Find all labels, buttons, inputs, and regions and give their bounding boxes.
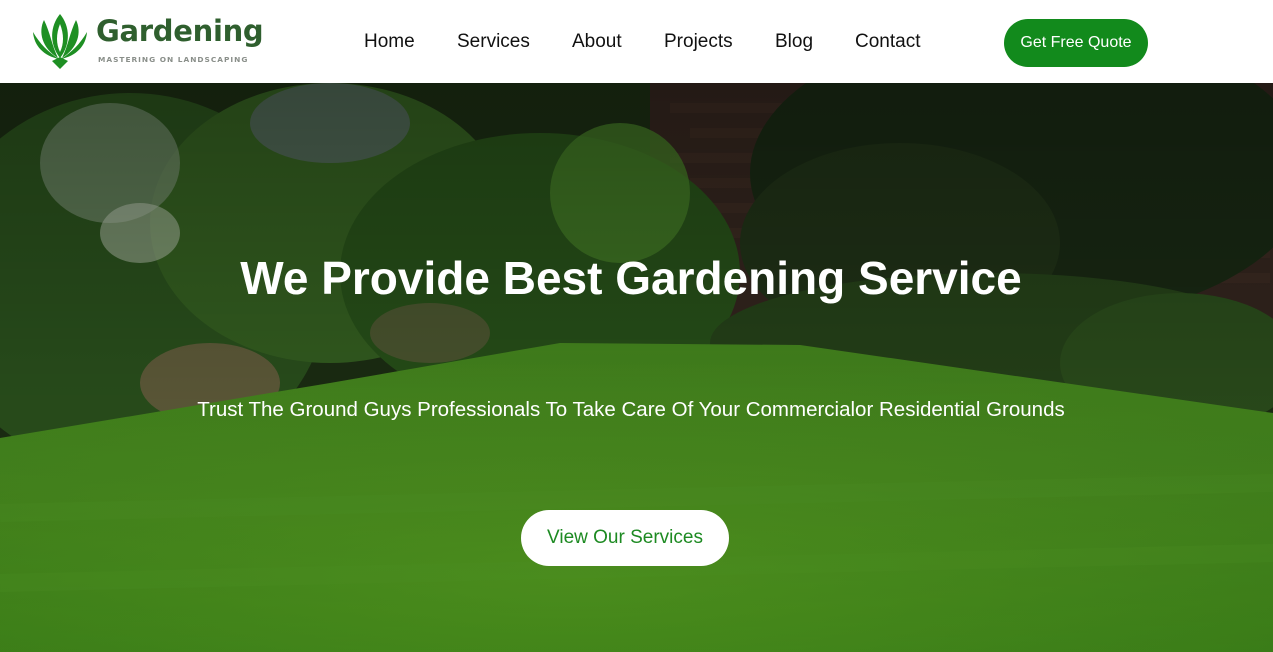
nav-item-services[interactable]: Services	[457, 31, 530, 53]
hero-title: We Provide Best Gardening Service	[240, 252, 1022, 304]
brand-tagline: MASTERING ON LANDSCAPING	[98, 55, 249, 64]
garden-background-image	[0, 83, 1273, 652]
hero-subtitle: Trust The Ground Guys Professionals To T…	[197, 398, 1065, 421]
nav-item-projects[interactable]: Projects	[664, 31, 733, 53]
nav-item-contact[interactable]: Contact	[855, 31, 920, 53]
hero-section: We Provide Best Gardening Service Trust …	[0, 83, 1273, 652]
nav-item-home[interactable]: Home	[364, 31, 415, 53]
brand-logo[interactable]: Gardening MASTERING ON LANDSCAPING	[32, 12, 264, 70]
get-free-quote-button[interactable]: Get Free Quote	[1004, 19, 1148, 67]
nav-item-about[interactable]: About	[572, 31, 622, 53]
lotus-leaf-icon	[33, 14, 87, 69]
brand-name: Gardening	[96, 14, 264, 48]
site-header: Gardening MASTERING ON LANDSCAPING Home …	[0, 0, 1273, 83]
nav-item-blog[interactable]: Blog	[775, 31, 813, 53]
view-our-services-button[interactable]: View Our Services	[521, 510, 729, 566]
